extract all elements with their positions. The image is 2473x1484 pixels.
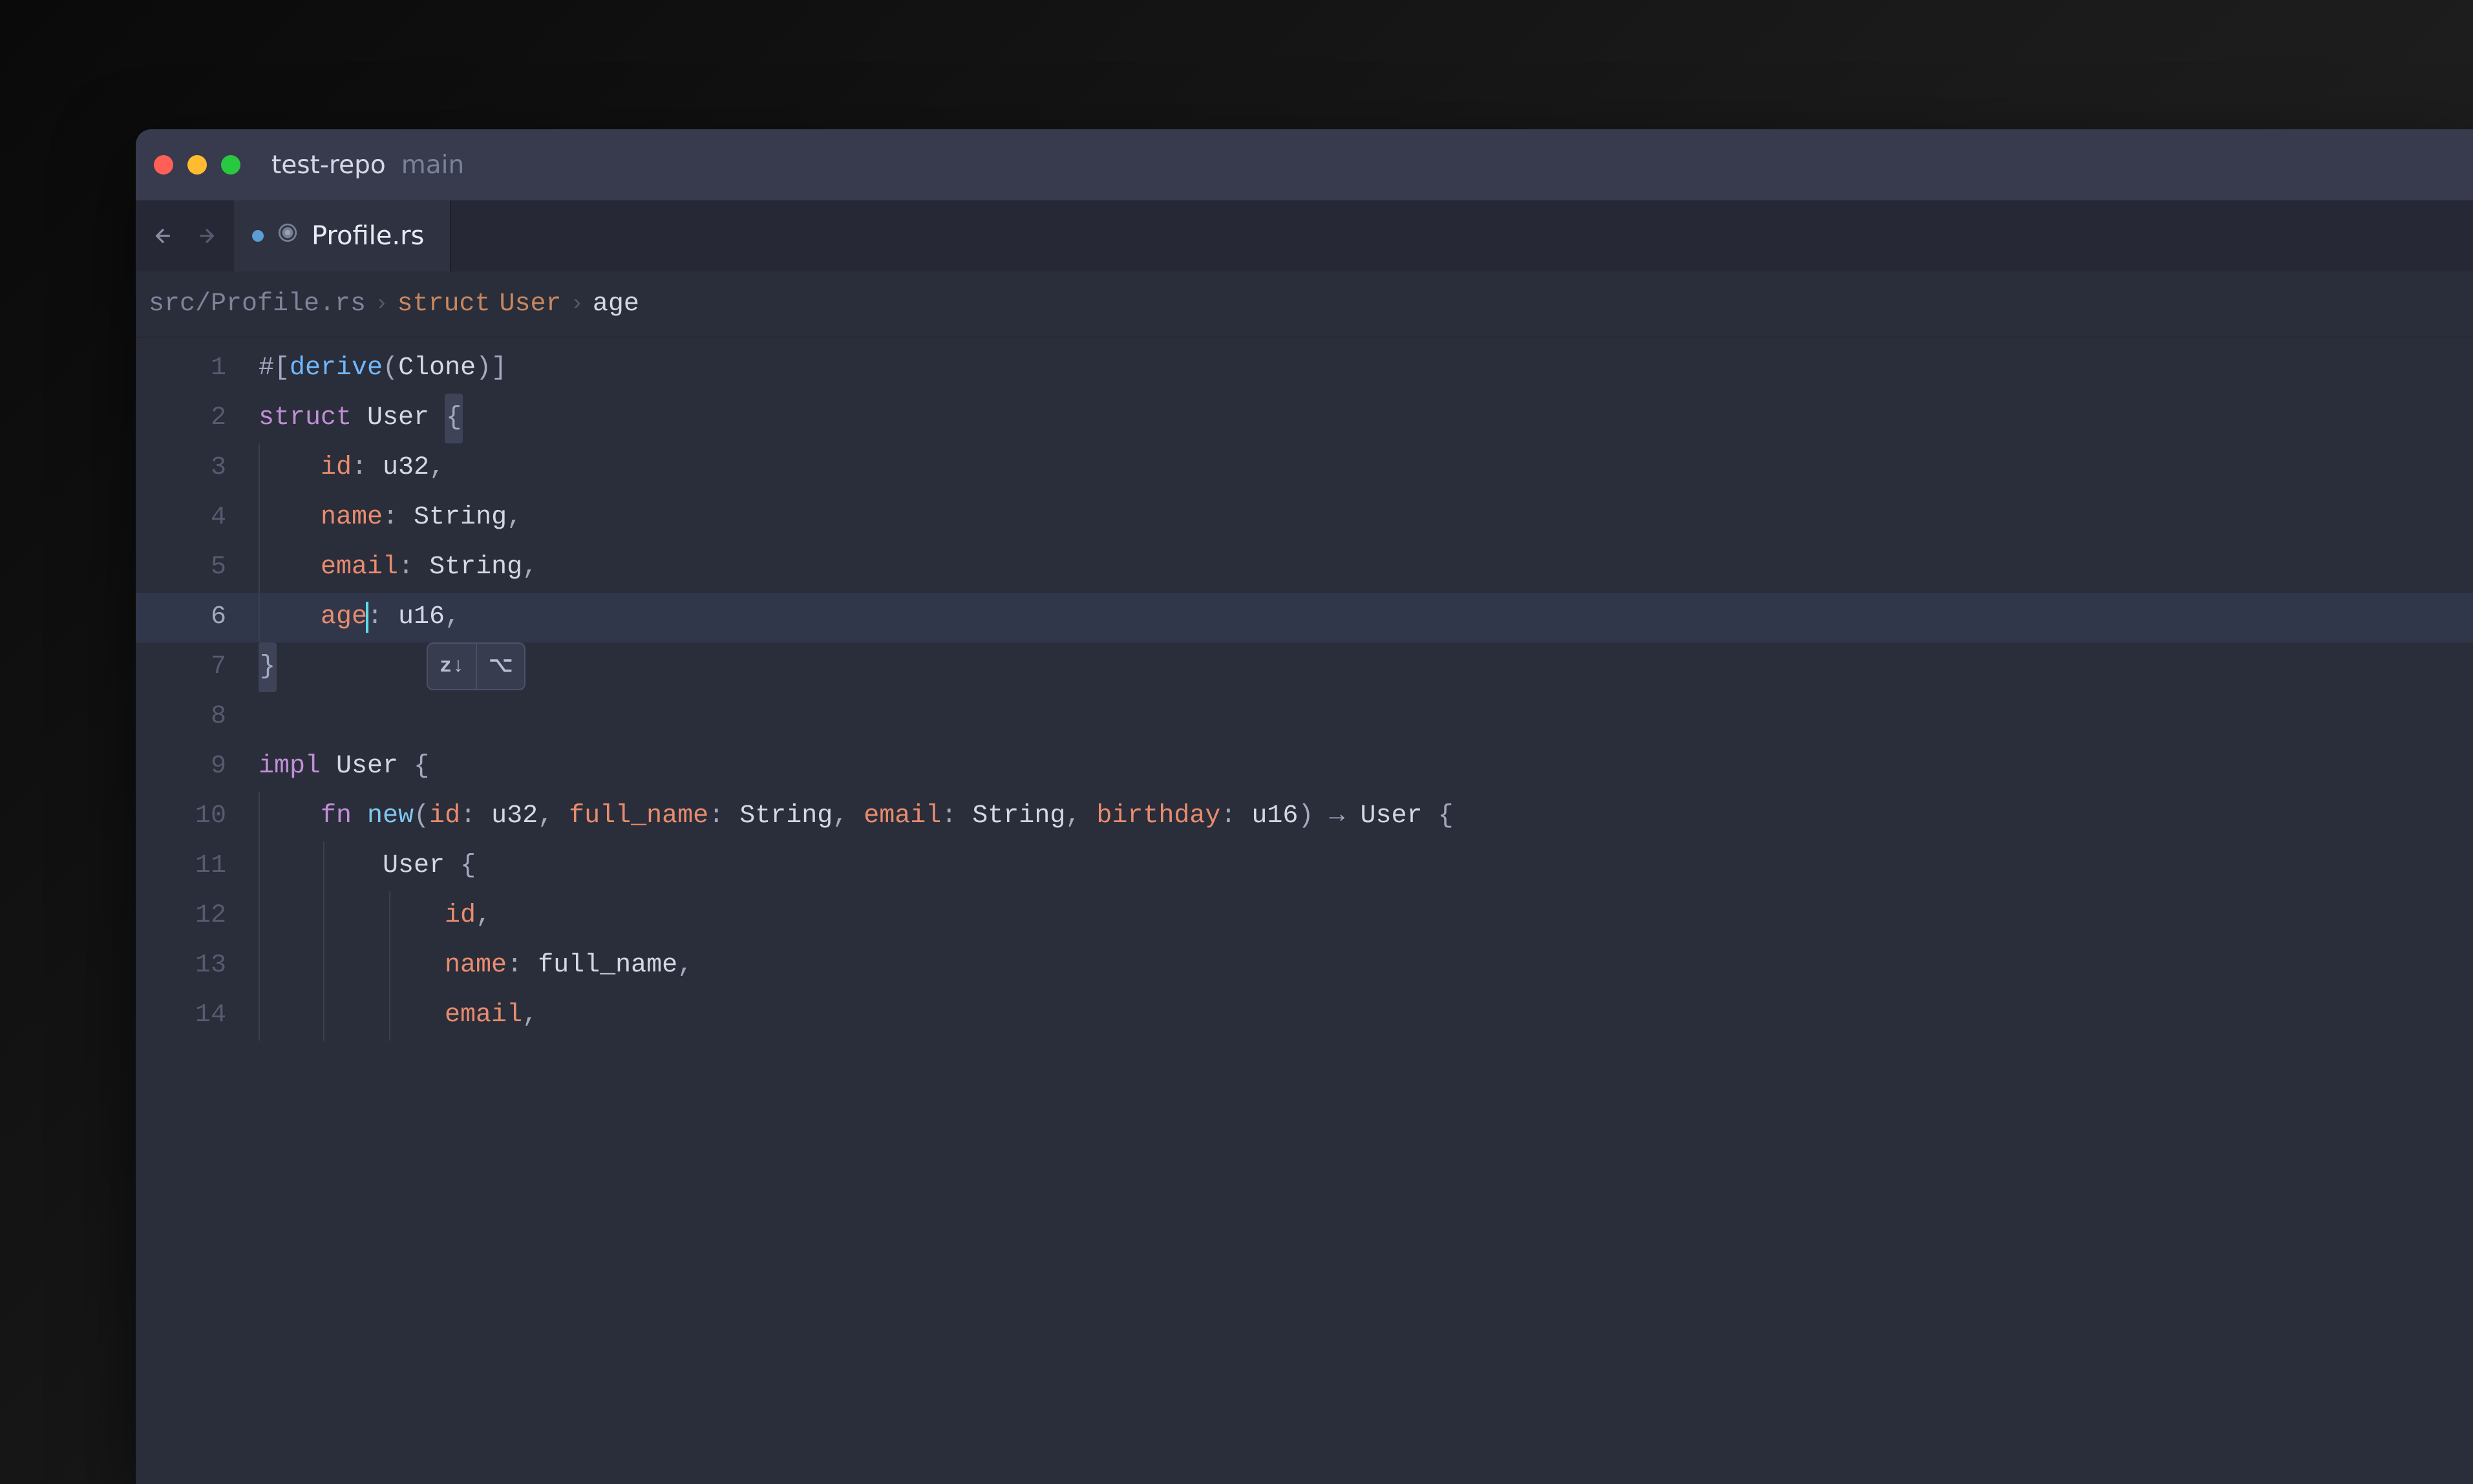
code-content[interactable]: email, (259, 991, 538, 1041)
code-line[interactable]: 10 fn new(id: u32, full_name: String, em… (136, 792, 2473, 842)
editor-window: test-repo main Profile.rs src/Profile.rs… (136, 129, 2473, 1484)
line-number[interactable]: 4 (136, 493, 259, 543)
nav-buttons (136, 200, 234, 271)
line-number[interactable]: 2 (136, 394, 259, 443)
breadcrumb-struct-kw: struct (397, 290, 490, 319)
rust-file-icon (277, 222, 299, 251)
breadcrumb-member: age (593, 290, 639, 319)
minimize-window-button[interactable] (187, 155, 207, 175)
chevron-right-icon: › (571, 292, 584, 317)
option-key-hint[interactable]: ⌥ (477, 644, 524, 688)
code-line[interactable]: 3 id: u32, (136, 443, 2473, 493)
code-line[interactable]: 12 id, (136, 891, 2473, 941)
code-line[interactable]: 2struct User { (136, 394, 2473, 443)
code-content[interactable]: id, (259, 891, 491, 941)
titlebar: test-repo main (136, 129, 2473, 200)
code-content[interactable]: age: u16, (259, 593, 460, 642)
chevron-right-icon: › (375, 292, 388, 317)
tab-bar: Profile.rs (136, 200, 2473, 271)
code-content[interactable]: email: String, (259, 543, 538, 593)
code-content[interactable]: }z↓⌥ (259, 642, 277, 692)
code-content[interactable]: #[derive(Clone)] (259, 344, 507, 394)
z-jump-hint[interactable]: z↓ (428, 644, 477, 688)
tab-filename: Profile.rs (312, 221, 424, 251)
code-editor[interactable]: 1#[derive(Clone)]2struct User {3 id: u32… (136, 337, 2473, 1041)
line-number[interactable]: 6 (136, 593, 259, 642)
line-number[interactable]: 7 (136, 642, 259, 692)
maximize-window-button[interactable] (221, 155, 240, 175)
line-number[interactable]: 8 (136, 692, 259, 742)
code-content[interactable]: id: u32, (259, 443, 445, 493)
code-content[interactable]: fn new(id: u32, full_name: String, email… (259, 792, 1454, 842)
file-tab[interactable]: Profile.rs (234, 200, 451, 271)
line-number[interactable]: 12 (136, 891, 259, 941)
line-number[interactable]: 1 (136, 344, 259, 394)
code-line[interactable]: 6 age: u16, (136, 593, 2473, 642)
line-number[interactable]: 9 (136, 742, 259, 792)
line-number[interactable]: 14 (136, 991, 259, 1041)
close-window-button[interactable] (154, 155, 173, 175)
code-line[interactable]: 14 email, (136, 991, 2473, 1041)
line-number[interactable]: 11 (136, 842, 259, 891)
line-number[interactable]: 5 (136, 543, 259, 593)
edit-prediction-widget[interactable]: z↓⌥ (427, 642, 525, 690)
nav-forward-button[interactable] (191, 220, 222, 251)
breadcrumb-struct-name: User (500, 290, 562, 319)
breadcrumb-path: src/Profile.rs (149, 290, 366, 319)
modified-dot-icon (252, 230, 264, 242)
code-content[interactable]: name: String, (259, 493, 522, 543)
repo-name[interactable]: test-repo (271, 151, 386, 180)
code-content[interactable]: name: full_name, (259, 941, 693, 991)
breadcrumb[interactable]: src/Profile.rs › struct User › age (136, 271, 2473, 337)
code-line[interactable]: 7}z↓⌥ (136, 642, 2473, 692)
code-content[interactable]: impl User { (259, 742, 429, 792)
line-number[interactable]: 3 (136, 443, 259, 493)
code-line[interactable]: 1#[derive(Clone)] (136, 344, 2473, 394)
code-line[interactable]: 13 name: full_name, (136, 941, 2473, 991)
nav-back-button[interactable] (147, 220, 178, 251)
line-number[interactable]: 13 (136, 941, 259, 991)
code-line[interactable]: 9impl User { (136, 742, 2473, 792)
line-number[interactable]: 10 (136, 792, 259, 842)
code-content[interactable]: struct User { (259, 394, 463, 443)
code-line[interactable]: 4 name: String, (136, 493, 2473, 543)
traffic-lights (154, 155, 240, 175)
code-line[interactable]: 11 User { (136, 842, 2473, 891)
code-content[interactable]: User { (259, 842, 476, 891)
code-line[interactable]: 5 email: String, (136, 543, 2473, 593)
branch-name[interactable]: main (401, 151, 464, 180)
code-line[interactable]: 8 (136, 692, 2473, 742)
